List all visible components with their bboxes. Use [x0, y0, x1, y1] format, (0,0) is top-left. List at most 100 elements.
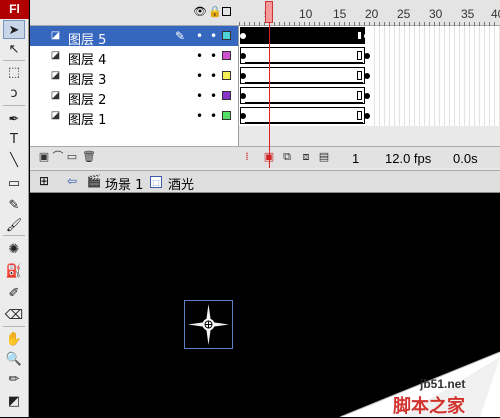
add-motion-guide-icon[interactable]: ⌒ — [52, 151, 64, 163]
layer-row[interactable]: ◪ 图层 5 ✎ • • — [30, 26, 500, 48]
line-tool[interactable]: ╲ — [3, 151, 25, 170]
lock-dot[interactable]: • — [210, 50, 217, 62]
flash-logo: Fl — [0, 0, 29, 19]
layer-list-empty — [30, 126, 239, 146]
end-keyframe[interactable] — [364, 113, 370, 119]
end-keyframe[interactable] — [364, 93, 370, 99]
start-keyframe[interactable] — [240, 93, 246, 99]
visibility-dot[interactable]: • — [196, 110, 203, 122]
breadcrumb-scene[interactable]: 场景 1 — [105, 174, 143, 193]
span-end-line — [245, 122, 363, 123]
layer-info[interactable]: ◪ 图层 2 • • — [30, 86, 239, 108]
center-frame-icon[interactable]: ⁞ — [241, 151, 253, 163]
end-frame-marker — [357, 71, 362, 80]
span-end-line — [245, 102, 363, 103]
brush-tool[interactable]: 🖌 — [3, 216, 25, 235]
rectangle-tool[interactable]: ▭ — [3, 174, 25, 193]
new-layer-icon[interactable]: ▣ — [38, 151, 50, 163]
lock-dot[interactable]: • — [210, 110, 217, 122]
scene-icon: 🎬 — [86, 174, 102, 188]
start-keyframe[interactable] — [240, 33, 246, 39]
empty-frames[interactable] — [370, 46, 500, 66]
frame-span[interactable] — [240, 27, 365, 44]
outline-color-swatch[interactable] — [222, 91, 231, 100]
end-frame-marker — [357, 91, 362, 100]
ruler-label: 35 — [461, 7, 475, 21]
start-keyframe[interactable] — [240, 53, 246, 59]
outline-color-swatch[interactable] — [222, 31, 231, 40]
frame-ruler[interactable]: 510152025303540 — [239, 0, 500, 26]
modify-onion-markers-icon[interactable]: ▤ — [318, 151, 330, 163]
outline-icon[interactable] — [222, 7, 231, 16]
fill-color-tool[interactable]: ◩ — [3, 392, 25, 411]
layer-icon: ◪ — [50, 70, 61, 81]
end-keyframe[interactable] — [364, 53, 370, 59]
pencil-icon: ✎ — [175, 29, 186, 43]
end-frame-marker — [357, 31, 362, 40]
free-transform-tool[interactable]: ⬚ — [3, 63, 25, 82]
layer-row[interactable]: ◪ 图层 1 • • — [30, 106, 500, 128]
layer-row[interactable]: ◪ 图层 3 • • — [30, 66, 500, 88]
start-keyframe[interactable] — [240, 73, 246, 79]
empty-frames[interactable] — [370, 86, 500, 106]
lasso-tool[interactable]: ↄ — [3, 84, 25, 103]
layer-row[interactable]: ◪ 图层 4 • • — [30, 46, 500, 68]
end-keyframe[interactable] — [364, 33, 370, 39]
outline-color-swatch[interactable] — [222, 51, 231, 60]
stroke-color-tool[interactable]: ✏ — [3, 370, 25, 389]
layer-row[interactable]: ◪ 图层 2 • • — [30, 86, 500, 108]
hand-tool[interactable]: ✋ — [3, 330, 25, 349]
empty-frames[interactable] — [370, 106, 500, 126]
edit-multiple-frames-icon[interactable]: ⧈ — [300, 151, 312, 163]
pencil-tool[interactable]: ✎ — [3, 196, 25, 215]
subselection-tool[interactable]: ↖ — [3, 40, 25, 59]
watermark-brand: 脚本之家 — [393, 396, 465, 417]
empty-frames[interactable] — [370, 66, 500, 86]
text-tool[interactable]: T — [3, 130, 25, 149]
end-frame-marker — [357, 51, 362, 60]
layer-info[interactable]: ◪ 图层 4 • • — [30, 46, 239, 68]
timeline-toggle-icon[interactable]: ⊞ — [36, 174, 52, 189]
ruler-label: 30 — [429, 7, 443, 21]
zoom-tool[interactable]: 🔍 — [3, 350, 25, 369]
playhead[interactable] — [265, 1, 273, 23]
pen-tool[interactable]: ✒ — [3, 110, 25, 129]
onion-skin-outlines-icon[interactable]: ⧉ — [281, 151, 293, 163]
ruler-label: 25 — [397, 7, 411, 21]
visibility-dot[interactable]: • — [196, 50, 203, 62]
visibility-dot[interactable]: • — [196, 70, 203, 82]
ruler-label: 10 — [299, 7, 313, 21]
outline-color-swatch[interactable] — [222, 71, 231, 80]
paint-bucket-tool[interactable]: ⛽ — [3, 262, 25, 281]
ruler-label: 20 — [365, 7, 379, 21]
star-sparkle-symbol[interactable] — [184, 300, 233, 349]
layer-info[interactable]: ◪ 图层 1 • • — [30, 106, 239, 128]
tool-separator — [3, 235, 25, 236]
frame-rate[interactable]: 12.0 fps — [385, 151, 431, 166]
lock-dot[interactable]: • — [210, 90, 217, 102]
new-folder-icon[interactable]: ▭ — [66, 151, 78, 163]
visibility-dot[interactable]: • — [196, 30, 203, 42]
ruler-label: 40 — [491, 7, 500, 21]
eyedropper-tool[interactable]: ✐ — [3, 284, 25, 303]
selection-tool[interactable]: ➤ — [3, 20, 25, 39]
lock-dot[interactable]: • — [210, 30, 217, 42]
delete-layer-icon[interactable]: 🗑 — [82, 151, 96, 163]
outline-color-swatch[interactable] — [222, 111, 231, 120]
eye-icon[interactable]: 👁 — [193, 6, 207, 18]
visibility-dot[interactable]: • — [196, 90, 203, 102]
bone-tool[interactable]: ✺ — [3, 240, 25, 259]
breadcrumb-symbol[interactable]: 酒光 — [168, 174, 194, 193]
layer-info[interactable]: ◪ 图层 3 • • — [30, 66, 239, 88]
layer-info[interactable]: ◪ 图层 5 ✎ • • — [30, 26, 239, 48]
start-keyframe[interactable] — [240, 113, 246, 119]
span-end-line — [245, 62, 363, 63]
graphic-symbol-icon: ⬚ — [150, 176, 162, 188]
back-arrow-icon[interactable]: ⇦ — [64, 174, 80, 189]
lock-dot[interactable]: • — [210, 70, 217, 82]
lock-icon[interactable]: 🔒 — [208, 6, 222, 18]
end-keyframe[interactable] — [364, 73, 370, 79]
timeline-status-bar: ▣ ⌒ ▭ 🗑 ⁞ ▣ ⧉ ⧈ ▤ 1 12.0 fps 0.0s — [30, 146, 500, 168]
empty-frames[interactable] — [370, 26, 500, 46]
eraser-tool[interactable]: ⌫ — [3, 306, 25, 325]
